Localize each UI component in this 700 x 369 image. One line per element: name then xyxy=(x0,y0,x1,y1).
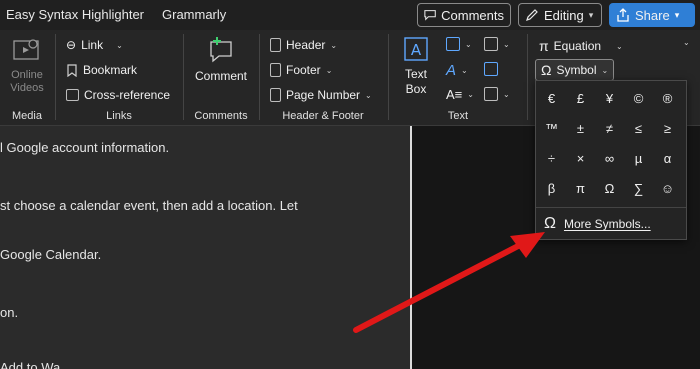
annotation-arrow xyxy=(353,232,545,333)
